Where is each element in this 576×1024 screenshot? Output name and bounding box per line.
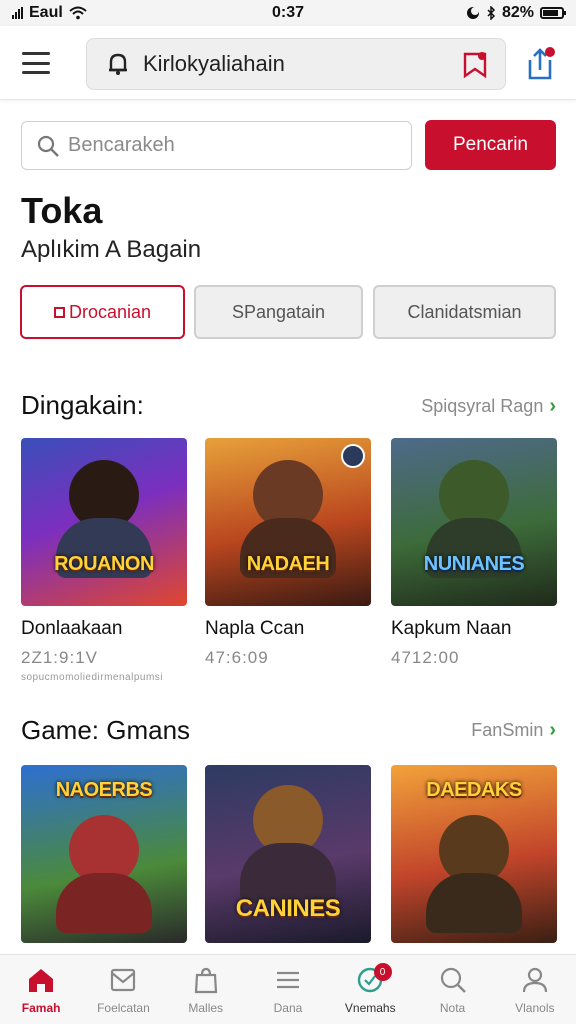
section-see-all-link[interactable]: Spiqsyral Ragn › xyxy=(421,395,556,418)
filter-chip-3[interactable]: Clanidatsmian xyxy=(373,285,556,339)
bottom-nav: Famah Foelcatan Malles Dana 0 Vnemahs No… xyxy=(0,954,576,1024)
signal-icon xyxy=(12,7,23,19)
filter-chip-label: Drocanian xyxy=(68,301,152,322)
header-search-bar[interactable]: Kirlokyaliahain xyxy=(86,38,506,90)
game-card[interactable]: ROUANON Donlaakaan 2Z1:9:1V xyxy=(21,438,187,668)
filter-chip-2[interactable]: SPangatain xyxy=(194,285,363,339)
game-logo: NADAEH xyxy=(246,553,330,575)
nav-label: Vlanols xyxy=(515,1001,555,1015)
game-meta: 47:6:09 xyxy=(205,648,269,667)
section-title: Dingakain: xyxy=(21,390,144,420)
battery-percent: 82% xyxy=(501,4,534,21)
profile-icon xyxy=(522,967,547,993)
bag-icon xyxy=(194,967,217,994)
game-artwork-fighter: NAOERBS xyxy=(21,765,187,943)
game-logo: ROUANON xyxy=(54,553,154,575)
section-title: Game: Gmans xyxy=(21,715,191,745)
nav-label: Vnemahs xyxy=(344,1001,396,1015)
game-meta: 4712:00 xyxy=(391,648,460,667)
search-icon xyxy=(37,135,59,157)
game-card[interactable]: NADAEH Napla Ccan 47:6:09 xyxy=(205,438,371,668)
game-artwork-knight: NUNIANES xyxy=(391,438,557,606)
game-artwork-ranger: DAEDAKS xyxy=(391,765,557,943)
bluetooth-icon xyxy=(487,6,496,20)
nav-label: Nota xyxy=(439,1001,466,1015)
chevron-right-icon: › xyxy=(549,719,556,741)
do-not-disturb-icon xyxy=(466,7,479,19)
app-header: Kirlokyaliahain xyxy=(0,26,576,100)
game-card[interactable]: DAEDAKS xyxy=(391,765,557,943)
hero-body xyxy=(426,873,522,933)
home-icon xyxy=(29,969,54,992)
menu-icon xyxy=(276,971,299,989)
game-meta: 2Z1:9:1V xyxy=(21,648,98,667)
game-logo: DAEDAKS xyxy=(426,779,522,801)
filter-chip-label: Clanidatsmian xyxy=(407,301,522,322)
game-card[interactable]: CANINES xyxy=(205,765,371,943)
nav-label: Malles xyxy=(188,1001,224,1015)
search-placeholder: Bencarakeh xyxy=(68,134,175,156)
page-title: Toka xyxy=(21,190,103,231)
battery-icon xyxy=(540,7,566,19)
search-button[interactable]: Pencarin xyxy=(425,120,556,170)
section-footnote: sopucmomoliedirmenalpumsi xyxy=(21,672,163,683)
hero-body xyxy=(56,873,152,933)
game-card[interactable]: NUNIANES Kapkum Naan 4712:00 xyxy=(391,438,557,668)
status-left: Eaul xyxy=(12,4,87,22)
game-logo: NUNIANES xyxy=(423,553,525,575)
badge-icon xyxy=(341,444,365,468)
chevron-right-icon: › xyxy=(549,395,556,417)
nav-item-bag[interactable]: Malles xyxy=(165,955,247,1024)
game-artwork-warrior: NADAEH xyxy=(205,438,371,606)
nav-item-menu[interactable]: Dana xyxy=(247,955,329,1024)
nav-item-home[interactable]: Famah xyxy=(0,955,82,1024)
status-right: 82% xyxy=(466,4,566,22)
section-see-all-link[interactable]: FanSmin › xyxy=(471,719,556,742)
bookmark-icon[interactable] xyxy=(461,51,489,79)
filter-chip-label: SPangatain xyxy=(231,301,326,322)
wifi-icon xyxy=(69,6,87,20)
menu-button[interactable] xyxy=(22,52,50,74)
status-bar: Eaul 0:37 82% xyxy=(0,0,576,26)
notification-badge: 0 xyxy=(373,963,392,981)
game-card[interactable]: NAOERBS xyxy=(21,765,187,943)
filter-chip-1[interactable]: Drocanian xyxy=(20,285,185,339)
game-logo: NAOERBS xyxy=(55,779,153,801)
header-title: Kirlokyaliahain xyxy=(143,51,285,76)
game-artwork-mage: CANINES xyxy=(205,765,371,943)
carrier-name: Eaul xyxy=(29,4,63,21)
search-input[interactable]: Bencarakeh xyxy=(21,121,412,170)
nav-label: Famah xyxy=(21,1001,61,1015)
section-link-label: FanSmin xyxy=(471,720,544,740)
nav-label: Dana xyxy=(273,1001,303,1015)
nav-item-chat[interactable]: 0 Vnemahs xyxy=(329,955,411,1024)
mail-icon xyxy=(111,968,136,992)
hero-body xyxy=(240,843,336,903)
nav-label: Foelcatan xyxy=(97,1001,150,1015)
section-link-label: Spiqsyral Ragn xyxy=(421,396,544,416)
game-name: Donlaakaan xyxy=(21,618,123,639)
game-name: Napla Ccan xyxy=(205,618,305,639)
search-icon xyxy=(440,967,466,993)
battery-fill xyxy=(543,10,558,16)
game-logo: CANINES xyxy=(235,895,341,922)
nav-item-search[interactable]: Nota xyxy=(411,955,493,1024)
checkbox-icon xyxy=(53,306,65,318)
game-artwork-hero: ROUANON xyxy=(21,438,187,606)
bell-icon[interactable] xyxy=(107,52,129,76)
page-subtitle: Aplıkim A Bagain xyxy=(21,236,202,263)
share-icon[interactable] xyxy=(524,44,558,84)
game-name: Kapkum Naan xyxy=(391,618,512,639)
nav-item-profile[interactable]: Vlanols xyxy=(494,955,576,1024)
nav-item-mail[interactable]: Foelcatan xyxy=(82,955,164,1024)
